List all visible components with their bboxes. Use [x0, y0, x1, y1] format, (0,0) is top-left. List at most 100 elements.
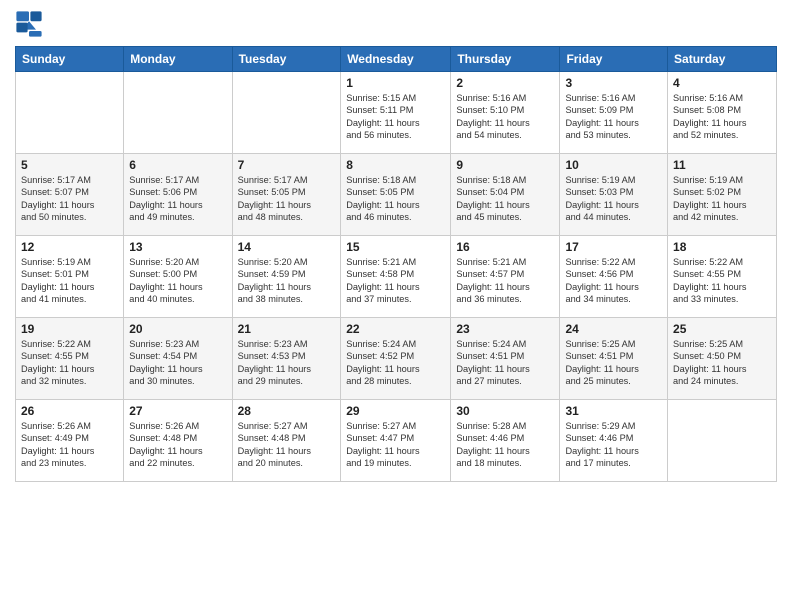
day-number: 29: [346, 404, 445, 418]
calendar-cell: 26 Sunrise: 5:26 AM Sunset: 4:49 PM Dayli…: [16, 400, 124, 482]
calendar-cell: 14 Sunrise: 5:20 AM Sunset: 4:59 PM Dayli…: [232, 236, 341, 318]
calendar-header-saturday: Saturday: [668, 47, 777, 72]
day-info: Sunrise: 5:16 AM Sunset: 5:08 PM Dayligh…: [673, 92, 771, 142]
calendar-cell: 8Sunrise: 5:18 AM Sunset: 5:05 PM Daylig…: [341, 154, 451, 236]
day-number: 4: [673, 76, 771, 90]
day-info: Sunrise: 5:22 AM Sunset: 4:55 PM Dayligh…: [21, 338, 118, 388]
day-number: 1: [346, 76, 445, 90]
day-info: Sunrise: 5:26 AM Sunset: 4:49 PM Dayligh…: [21, 420, 118, 470]
day-info: Sunrise: 5:23 AM Sunset: 4:54 PM Dayligh…: [129, 338, 226, 388]
calendar-cell: 13Sunrise: 5:20 AM Sunset: 5:00 PM Dayli…: [124, 236, 232, 318]
day-info: Sunrise: 5:22 AM Sunset: 4:56 PM Dayligh…: [565, 256, 662, 306]
calendar-cell: 1 Sunrise: 5:15 AM Sunset: 5:11 PM Daylig…: [341, 72, 451, 154]
calendar-cell: 15 Sunrise: 5:21 AM Sunset: 4:58 PM Dayli…: [341, 236, 451, 318]
day-number: 22: [346, 322, 445, 336]
calendar-cell: 9Sunrise: 5:18 AM Sunset: 5:04 PM Daylig…: [451, 154, 560, 236]
calendar-cell: 19 Sunrise: 5:22 AM Sunset: 4:55 PM Dayli…: [16, 318, 124, 400]
calendar-cell: 3Sunrise: 5:16 AM Sunset: 5:09 PM Daylig…: [560, 72, 668, 154]
calendar-cell: 23 Sunrise: 5:24 AM Sunset: 4:51 PM Dayli…: [451, 318, 560, 400]
day-number: 23: [456, 322, 554, 336]
page: SundayMondayTuesdayWednesdayThursdayFrid…: [0, 0, 792, 612]
calendar-header-row: SundayMondayTuesdayWednesdayThursdayFrid…: [16, 47, 777, 72]
calendar-cell: 25 Sunrise: 5:25 AM Sunset: 4:50 PM Dayli…: [668, 318, 777, 400]
calendar-header-monday: Monday: [124, 47, 232, 72]
day-info: Sunrise: 5:21 AM Sunset: 4:58 PM Dayligh…: [346, 256, 445, 306]
calendar-cell: 30 Sunrise: 5:28 AM Sunset: 4:46 PM Dayli…: [451, 400, 560, 482]
calendar-header-tuesday: Tuesday: [232, 47, 341, 72]
day-number: 26: [21, 404, 118, 418]
day-number: 11: [673, 158, 771, 172]
day-number: 17: [565, 240, 662, 254]
day-number: 14: [238, 240, 336, 254]
day-info: Sunrise: 5:27 AM Sunset: 4:47 PM Dayligh…: [346, 420, 445, 470]
calendar-cell: 4 Sunrise: 5:16 AM Sunset: 5:08 PM Daylig…: [668, 72, 777, 154]
calendar-week-row: 19 Sunrise: 5:22 AM Sunset: 4:55 PM Dayli…: [16, 318, 777, 400]
calendar-cell: 21Sunrise: 5:23 AM Sunset: 4:53 PM Dayli…: [232, 318, 341, 400]
day-info: Sunrise: 5:20 AM Sunset: 4:59 PM Dayligh…: [238, 256, 336, 306]
calendar-cell: [668, 400, 777, 482]
day-number: 6: [129, 158, 226, 172]
day-info: Sunrise: 5:17 AM Sunset: 5:06 PM Dayligh…: [129, 174, 226, 224]
calendar-cell: 10 Sunrise: 5:19 AM Sunset: 5:03 PM Dayli…: [560, 154, 668, 236]
day-number: 10: [565, 158, 662, 172]
calendar-cell: 11 Sunrise: 5:19 AM Sunset: 5:02 PM Dayli…: [668, 154, 777, 236]
calendar-header-friday: Friday: [560, 47, 668, 72]
day-number: 18: [673, 240, 771, 254]
calendar-week-row: 26 Sunrise: 5:26 AM Sunset: 4:49 PM Dayli…: [16, 400, 777, 482]
calendar-week-row: 5Sunrise: 5:17 AM Sunset: 5:07 PM Daylig…: [16, 154, 777, 236]
day-info: Sunrise: 5:21 AM Sunset: 4:57 PM Dayligh…: [456, 256, 554, 306]
day-number: 9: [456, 158, 554, 172]
day-info: Sunrise: 5:26 AM Sunset: 4:48 PM Dayligh…: [129, 420, 226, 470]
calendar-cell: [124, 72, 232, 154]
day-number: 31: [565, 404, 662, 418]
calendar-cell: 2Sunrise: 5:16 AM Sunset: 5:10 PM Daylig…: [451, 72, 560, 154]
day-info: Sunrise: 5:24 AM Sunset: 4:52 PM Dayligh…: [346, 338, 445, 388]
day-info: Sunrise: 5:19 AM Sunset: 5:01 PM Dayligh…: [21, 256, 118, 306]
calendar-cell: 24 Sunrise: 5:25 AM Sunset: 4:51 PM Dayli…: [560, 318, 668, 400]
day-number: 5: [21, 158, 118, 172]
calendar-table: SundayMondayTuesdayWednesdayThursdayFrid…: [15, 46, 777, 482]
day-number: 24: [565, 322, 662, 336]
day-info: Sunrise: 5:23 AM Sunset: 4:53 PM Dayligh…: [238, 338, 336, 388]
calendar-header-thursday: Thursday: [451, 47, 560, 72]
calendar-cell: [16, 72, 124, 154]
day-number: 25: [673, 322, 771, 336]
day-number: 16: [456, 240, 554, 254]
calendar-cell: 16 Sunrise: 5:21 AM Sunset: 4:57 PM Dayli…: [451, 236, 560, 318]
logo: [15, 10, 47, 38]
calendar-cell: 12Sunrise: 5:19 AM Sunset: 5:01 PM Dayli…: [16, 236, 124, 318]
calendar-cell: 6 Sunrise: 5:17 AM Sunset: 5:06 PM Daylig…: [124, 154, 232, 236]
calendar-header-sunday: Sunday: [16, 47, 124, 72]
calendar-cell: 20 Sunrise: 5:23 AM Sunset: 4:54 PM Dayli…: [124, 318, 232, 400]
calendar-cell: 31Sunrise: 5:29 AM Sunset: 4:46 PM Dayli…: [560, 400, 668, 482]
calendar-cell: 28Sunrise: 5:27 AM Sunset: 4:48 PM Dayli…: [232, 400, 341, 482]
calendar-cell: 5Sunrise: 5:17 AM Sunset: 5:07 PM Daylig…: [16, 154, 124, 236]
header: [15, 10, 777, 38]
calendar-cell: 17 Sunrise: 5:22 AM Sunset: 4:56 PM Dayli…: [560, 236, 668, 318]
calendar-cell: 29 Sunrise: 5:27 AM Sunset: 4:47 PM Dayli…: [341, 400, 451, 482]
day-number: 30: [456, 404, 554, 418]
day-info: Sunrise: 5:19 AM Sunset: 5:02 PM Dayligh…: [673, 174, 771, 224]
day-number: 19: [21, 322, 118, 336]
day-info: Sunrise: 5:22 AM Sunset: 4:55 PM Dayligh…: [673, 256, 771, 306]
calendar-week-row: 12Sunrise: 5:19 AM Sunset: 5:01 PM Dayli…: [16, 236, 777, 318]
day-number: 20: [129, 322, 226, 336]
calendar-cell: [232, 72, 341, 154]
day-info: Sunrise: 5:15 AM Sunset: 5:11 PM Dayligh…: [346, 92, 445, 142]
logo-icon: [15, 10, 43, 38]
calendar-cell: 7Sunrise: 5:17 AM Sunset: 5:05 PM Daylig…: [232, 154, 341, 236]
day-info: Sunrise: 5:17 AM Sunset: 5:05 PM Dayligh…: [238, 174, 336, 224]
day-info: Sunrise: 5:25 AM Sunset: 4:50 PM Dayligh…: [673, 338, 771, 388]
day-number: 8: [346, 158, 445, 172]
day-number: 15: [346, 240, 445, 254]
day-info: Sunrise: 5:24 AM Sunset: 4:51 PM Dayligh…: [456, 338, 554, 388]
day-number: 27: [129, 404, 226, 418]
calendar-cell: 22 Sunrise: 5:24 AM Sunset: 4:52 PM Dayli…: [341, 318, 451, 400]
day-info: Sunrise: 5:19 AM Sunset: 5:03 PM Dayligh…: [565, 174, 662, 224]
day-info: Sunrise: 5:28 AM Sunset: 4:46 PM Dayligh…: [456, 420, 554, 470]
day-number: 2: [456, 76, 554, 90]
day-info: Sunrise: 5:27 AM Sunset: 4:48 PM Dayligh…: [238, 420, 336, 470]
calendar-cell: 18 Sunrise: 5:22 AM Sunset: 4:55 PM Dayli…: [668, 236, 777, 318]
day-info: Sunrise: 5:25 AM Sunset: 4:51 PM Dayligh…: [565, 338, 662, 388]
calendar-week-row: 1 Sunrise: 5:15 AM Sunset: 5:11 PM Daylig…: [16, 72, 777, 154]
